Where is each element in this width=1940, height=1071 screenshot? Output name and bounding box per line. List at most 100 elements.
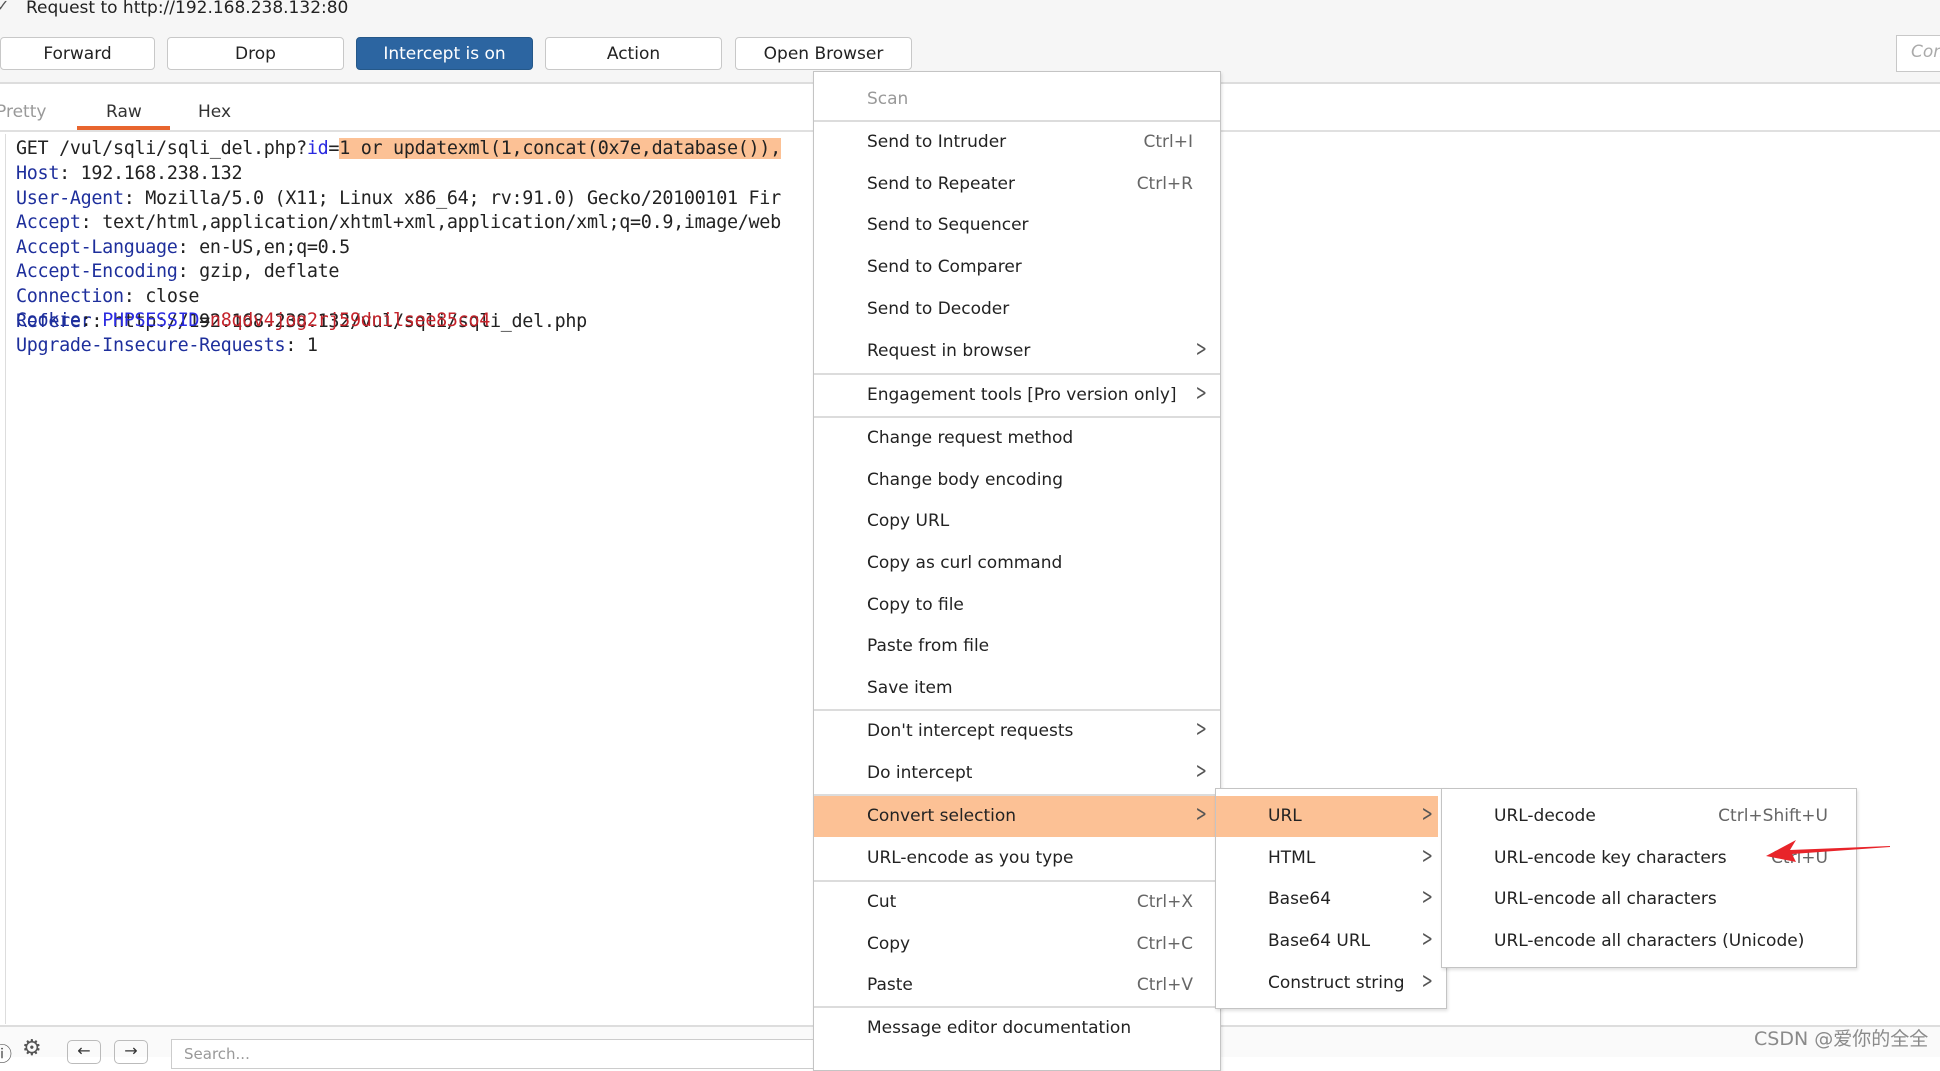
header-line: Accept: text/html,application/xhtml+xml,… — [16, 212, 781, 234]
menu-item-change-request-method[interactable]: Change request method — [814, 418, 1220, 459]
menu-item-paste[interactable]: Paste Ctrl+V — [814, 965, 1220, 1006]
menu-item-copy-url[interactable]: Copy URL — [814, 501, 1220, 542]
annotation-arrow — [1766, 840, 1890, 862]
chevron-right-icon: > — [1195, 337, 1207, 362]
header-line-cookie: Cookie: PHPSESSID=n8qdv4jog2rj59dnilsee8… — [16, 310, 490, 331]
menu-label: Base64 — [1268, 889, 1332, 910]
menu-item-change-body-encoding[interactable]: Change body encoding — [814, 460, 1220, 501]
intercept-toggle-button[interactable]: Intercept is on — [356, 37, 533, 70]
arrow-right-icon: → — [124, 1041, 138, 1060]
url-submenu: URL-decode Ctrl+Shift+U URL-encode key cha… — [1441, 788, 1857, 968]
header-line: User-Agent: Mozilla/5.0 (X11; Linux x86_… — [16, 187, 781, 209]
chevron-right-icon: > — [1195, 759, 1207, 784]
menu-label: Don't intercept requests — [867, 721, 1074, 741]
header-value: en-US,en;q=0.5 — [188, 236, 350, 258]
header-key: Upgrade-Insecure-Requests — [16, 335, 286, 356]
menu-shortcut: Ctrl+C — [1136, 934, 1193, 954]
chevron-right-icon: > — [1421, 885, 1433, 911]
menu-label: Save item — [867, 678, 953, 698]
selected-payload[interactable]: 1 or updatexml(1,concat(0x7e,database())… — [339, 138, 781, 159]
chevron-right-icon: > — [1195, 802, 1207, 827]
menu-label: Message editor documentation — [867, 1018, 1132, 1038]
comment-input[interactable]: Comment — [1896, 35, 1940, 72]
header-value: Mozilla/5.0 (X11; Linux x86_64; rv:91.0)… — [134, 187, 781, 209]
header-key: Accept-Encoding — [16, 261, 178, 283]
menu-label: Change body encoding — [867, 470, 1063, 490]
submenu-item-html[interactable]: HTML > — [1216, 838, 1446, 879]
red-arrow-icon — [1766, 840, 1890, 862]
menu-item-dont-intercept[interactable]: Don't intercept requests > — [814, 711, 1220, 752]
menu-item-do-intercept[interactable]: Do intercept > — [814, 753, 1220, 794]
submenu-item-base64-url[interactable]: Base64 URL > — [1216, 921, 1446, 962]
submenu-item-url[interactable]: URL > — [1216, 796, 1438, 837]
chevron-right-icon: > — [1195, 717, 1207, 742]
menu-item-send-to-intruder[interactable]: Send to Intruder Ctrl+I — [814, 122, 1220, 163]
chevron-right-icon: > — [1421, 968, 1433, 994]
header-key: Host — [16, 163, 60, 184]
menu-item-copy-to-file[interactable]: Copy to file — [814, 585, 1220, 626]
help-icon[interactable]: ⓘ — [0, 1038, 12, 1067]
back-button[interactable]: ← — [67, 1040, 101, 1064]
request-path: GET /vul/sqli/sqli_del.php? — [16, 138, 307, 159]
menu-item-send-to-comparer[interactable]: Send to Comparer — [814, 247, 1220, 288]
submenu-item-url-3[interactable]: URL-encode all characters (Unicode) — [1442, 921, 1856, 962]
forward-nav-button[interactable]: → — [114, 1040, 148, 1064]
request-title: Request to http://192.168.238.132:80 — [26, 0, 349, 18]
header-value: 1 — [296, 335, 318, 356]
menu-item-scan[interactable]: Scan — [814, 79, 1220, 120]
menu-label: Send to Decoder — [867, 299, 1010, 319]
menu-item-cut[interactable]: Cut Ctrl+X — [814, 882, 1220, 923]
menu-label: Construct string — [1268, 972, 1405, 993]
search-input[interactable]: Search... — [171, 1039, 821, 1069]
menu-label: URL-encode key characters — [1494, 847, 1727, 868]
action-button[interactable]: Action — [545, 37, 722, 70]
header-key: Accept — [16, 212, 81, 234]
menu-label: Copy URL — [867, 511, 950, 531]
header-value: close — [134, 286, 200, 307]
tab-pretty[interactable]: Pretty — [0, 102, 46, 122]
drop-button[interactable]: Drop — [167, 37, 344, 70]
menu-shortcut: Ctrl+X — [1136, 892, 1193, 912]
menu-item-request-in-browser[interactable]: Request in browser > — [814, 331, 1220, 372]
forward-button[interactable]: Forward — [0, 37, 155, 70]
open-browser-button[interactable]: Open Browser — [735, 37, 912, 70]
menu-label: Send to Repeater — [867, 174, 1015, 194]
header-line-upgrade: Upgrade-Insecure-Requests: 1 — [16, 335, 318, 356]
arrow-left-icon: ← — [77, 1041, 91, 1060]
tab-raw[interactable]: Raw — [106, 102, 142, 122]
menu-item-message-editor-doc[interactable]: Message editor documentation — [814, 1008, 1220, 1049]
menu-label: Change request method — [867, 428, 1074, 448]
menu-label: URL-encode all characters — [1494, 889, 1717, 910]
menu-item-url-encode-as-you-type[interactable]: URL-encode as you type — [814, 838, 1220, 879]
menu-label: Paste from file — [867, 636, 990, 656]
convert-selection-submenu: URL > HTML > Base64 > Base64 URL > Construct str… — [1215, 788, 1447, 1009]
menu-label: Send to Intruder — [867, 132, 1007, 152]
menu-label: HTML — [1268, 847, 1316, 868]
header-line: Host: 192.168.238.132 — [16, 163, 243, 184]
menu-label: Do intercept — [867, 763, 973, 783]
menu-label: Cut — [867, 892, 897, 912]
header-value: gzip, deflate — [188, 261, 340, 283]
menu-label: URL — [1268, 806, 1302, 826]
watermark: CSDN @爱你的全全 — [1754, 1028, 1929, 1050]
gear-icon[interactable]: ⚙ — [22, 1036, 42, 1061]
menu-item-send-to-decoder[interactable]: Send to Decoder — [814, 289, 1220, 330]
menu-item-send-to-sequencer[interactable]: Send to Sequencer — [814, 205, 1220, 246]
menu-shortcut: Ctrl+R — [1136, 174, 1193, 194]
menu-item-send-to-repeater[interactable]: Send to Repeater Ctrl+R — [814, 164, 1220, 205]
menu-shortcut: Ctrl+V — [1136, 975, 1193, 995]
submenu-item-url-2[interactable]: URL-encode all characters — [1442, 879, 1856, 920]
submenu-item-base64[interactable]: Base64 > — [1216, 879, 1446, 920]
menu-item-copy[interactable]: Copy Ctrl+C — [814, 924, 1220, 965]
menu-item-paste-from-file[interactable]: Paste from file — [814, 626, 1220, 667]
tab-hex[interactable]: Hex — [198, 102, 231, 122]
menu-label: Copy as curl command — [867, 553, 1063, 573]
menu-label: Scan — [867, 89, 909, 109]
request-editor[interactable]: GET /vul/sqli/sqli_del.php?id=1 or updat… — [5, 134, 815, 1024]
menu-item-copy-as-curl[interactable]: Copy as curl command — [814, 543, 1220, 584]
menu-item-engagement-tools[interactable]: Engagement tools [Pro version only] > — [814, 375, 1220, 416]
menu-label: Request in browser — [867, 341, 1031, 361]
menu-item-convert-selection[interactable]: Convert selection > — [814, 796, 1220, 837]
menu-item-save-item[interactable]: Save item — [814, 668, 1220, 709]
submenu-item-construct-string[interactable]: Construct string > — [1216, 963, 1446, 1004]
